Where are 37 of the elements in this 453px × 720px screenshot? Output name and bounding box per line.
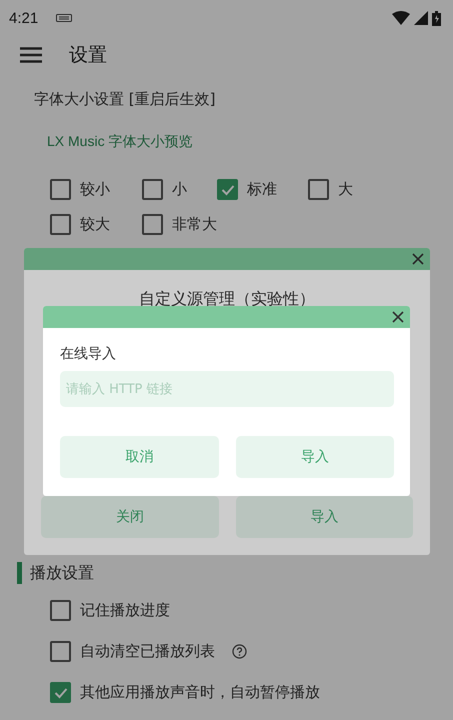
- section-heading: 播放设置: [30, 562, 94, 584]
- font-size-option[interactable]: 标准: [217, 179, 308, 200]
- battery-icon: [432, 10, 441, 26]
- checkbox[interactable]: [217, 179, 238, 200]
- font-size-option[interactable]: 较小: [50, 179, 142, 200]
- keyboard-icon: [56, 14, 72, 22]
- option-label[interactable]: 记住播放进度: [80, 601, 170, 620]
- page-title: 设置: [69, 43, 107, 68]
- option-label[interactable]: 其他应用播放声音时，自动暂停播放: [80, 683, 320, 702]
- signal-icon: [414, 11, 428, 25]
- menu-icon[interactable]: [20, 47, 42, 63]
- checkbox[interactable]: [142, 179, 163, 200]
- status-time: 4:21: [9, 10, 38, 26]
- help-icon[interactable]: [232, 644, 247, 659]
- font-preview-text: LX Music 字体大小预览: [47, 133, 194, 151]
- section-marker: [17, 562, 22, 584]
- checkbox[interactable]: [50, 214, 71, 235]
- url-input-field[interactable]: 请输入 HTTP 链接: [60, 371, 394, 407]
- font-size-option[interactable]: 较大: [50, 214, 142, 235]
- checkbox[interactable]: [50, 179, 71, 200]
- checkbox[interactable]: [50, 600, 71, 621]
- checkbox[interactable]: [50, 682, 71, 703]
- checkbox[interactable]: [50, 641, 71, 662]
- dialog-title: 自定义源管理（实验性）: [138, 289, 316, 310]
- checkbox[interactable]: [308, 179, 329, 200]
- option-label[interactable]: 自动清空已播放列表: [80, 642, 215, 661]
- close-icon[interactable]: [392, 311, 404, 323]
- dialog-title: 在线导入: [60, 345, 117, 363]
- check-icon: [220, 184, 234, 196]
- check-icon: [54, 686, 68, 698]
- setting-heading: 字体大小设置 [重启后生效]: [34, 90, 216, 109]
- checkbox[interactable]: [142, 214, 163, 235]
- font-size-option[interactable]: 非常大: [142, 214, 217, 235]
- close-icon[interactable]: [412, 253, 424, 265]
- font-size-option[interactable]: 大: [308, 179, 398, 200]
- font-size-option[interactable]: 小: [142, 179, 217, 200]
- wifi-icon: [392, 11, 410, 25]
